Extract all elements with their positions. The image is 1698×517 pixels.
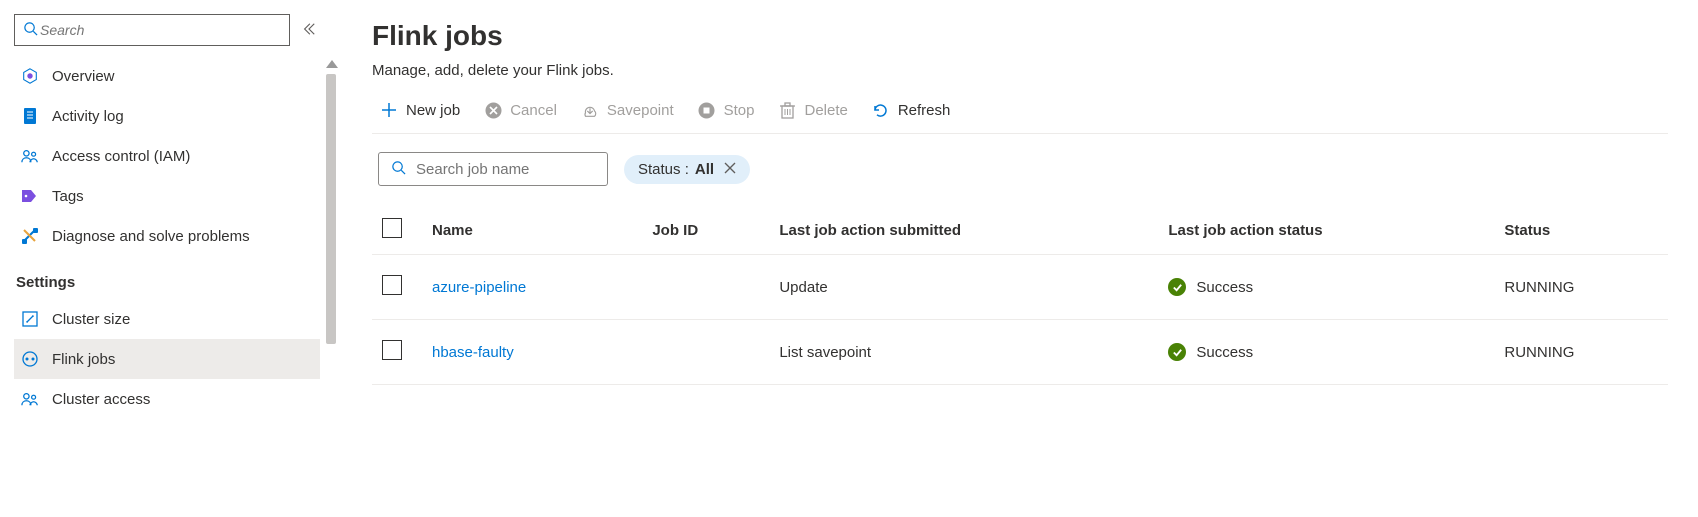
cancel-icon xyxy=(484,101,502,119)
col-job-id[interactable]: Job ID xyxy=(642,206,769,255)
sidebar-item-label: Diagnose and solve problems xyxy=(52,228,250,245)
toolbar-label: Refresh xyxy=(898,102,951,119)
toolbar-label: Stop xyxy=(724,102,755,119)
job-search-input[interactable] xyxy=(414,160,617,179)
col-last-action-status[interactable]: Last job action status xyxy=(1158,206,1494,255)
col-status[interactable]: Status xyxy=(1494,206,1668,255)
sidebar-item-tags[interactable]: Tags xyxy=(14,176,320,216)
table-row[interactable]: azure-pipeline Update Success RUNNING xyxy=(372,255,1668,320)
sidebar-item-diagnose[interactable]: Diagnose and solve problems xyxy=(14,216,320,256)
search-icon xyxy=(391,160,406,178)
sidebar-item-flink-jobs[interactable]: Flink jobs xyxy=(14,339,320,379)
filter-row: Status : All xyxy=(378,152,1668,186)
toolbar-label: New job xyxy=(406,102,460,119)
last-action-status-cell: Success xyxy=(1196,344,1253,361)
scroll-thumb[interactable] xyxy=(326,74,336,344)
refresh-icon xyxy=(872,101,890,119)
sidebar-item-label: Overview xyxy=(52,68,115,85)
success-icon xyxy=(1168,278,1186,296)
job-id-cell xyxy=(642,320,769,385)
scroll-up-icon[interactable] xyxy=(326,60,338,68)
filter-value: All xyxy=(695,161,714,178)
overview-icon xyxy=(20,67,40,85)
close-icon[interactable] xyxy=(724,161,736,178)
sidebar-item-overview[interactable]: Overview xyxy=(14,56,320,96)
main-content: Flink jobs Manage, add, delete your Flin… xyxy=(330,0,1698,517)
status-cell: RUNNING xyxy=(1494,255,1668,320)
col-last-action-submitted[interactable]: Last job action submitted xyxy=(769,206,1158,255)
tags-icon xyxy=(20,189,40,203)
job-search-box[interactable] xyxy=(378,152,608,186)
job-id-cell xyxy=(642,255,769,320)
sidebar-scrollbar[interactable] xyxy=(326,60,336,460)
sidebar-search[interactable] xyxy=(14,14,290,46)
activity-log-icon xyxy=(20,107,40,125)
job-name-link[interactable]: hbase-faulty xyxy=(432,344,514,361)
collapse-sidebar-icon[interactable] xyxy=(298,18,320,43)
row-checkbox[interactable] xyxy=(382,275,402,295)
sidebar: Overview Activity log Access control (IA… xyxy=(0,0,330,517)
flink-jobs-icon xyxy=(20,350,40,368)
delete-icon xyxy=(778,101,796,119)
search-icon xyxy=(23,21,38,39)
filter-label: Status : xyxy=(638,161,689,178)
plus-icon xyxy=(380,101,398,119)
job-name-link[interactable]: azure-pipeline xyxy=(432,279,526,296)
sidebar-item-activity-log[interactable]: Activity log xyxy=(14,96,320,136)
cluster-size-icon xyxy=(20,311,40,327)
refresh-button[interactable]: Refresh xyxy=(872,101,951,119)
status-filter-pill[interactable]: Status : All xyxy=(624,155,750,184)
last-action-submitted-cell: Update xyxy=(769,255,1158,320)
access-control-icon xyxy=(20,148,40,164)
sidebar-item-label: Cluster size xyxy=(52,311,130,328)
toolbar: New job Cancel Savepoint Stop Delete xyxy=(372,97,1668,134)
cluster-access-icon xyxy=(20,391,40,407)
sidebar-nav: Overview Activity log Access control (IA… xyxy=(14,56,320,256)
row-checkbox[interactable] xyxy=(382,340,402,360)
savepoint-button[interactable]: Savepoint xyxy=(581,101,674,119)
select-all-checkbox[interactable] xyxy=(382,218,402,238)
last-action-status-cell: Success xyxy=(1196,279,1253,296)
jobs-table: Name Job ID Last job action submitted La… xyxy=(372,206,1668,385)
page-subtitle: Manage, add, delete your Flink jobs. xyxy=(372,62,1668,79)
sidebar-item-label: Cluster access xyxy=(52,391,150,408)
sidebar-item-access-control[interactable]: Access control (IAM) xyxy=(14,136,320,176)
table-row[interactable]: hbase-faulty List savepoint Success RUNN… xyxy=(372,320,1668,385)
diagnose-icon xyxy=(20,227,40,245)
sidebar-item-label: Flink jobs xyxy=(52,351,115,368)
sidebar-item-label: Tags xyxy=(52,188,84,205)
page-title: Flink jobs xyxy=(372,20,1668,52)
status-cell: RUNNING xyxy=(1494,320,1668,385)
sidebar-settings-nav: Cluster size Flink jobs Cluster access xyxy=(14,299,320,419)
cancel-button[interactable]: Cancel xyxy=(484,101,557,119)
sidebar-item-label: Access control (IAM) xyxy=(52,148,190,165)
sidebar-item-cluster-access[interactable]: Cluster access xyxy=(14,379,320,419)
toolbar-label: Delete xyxy=(804,102,847,119)
stop-button[interactable]: Stop xyxy=(698,101,755,119)
toolbar-label: Cancel xyxy=(510,102,557,119)
delete-button[interactable]: Delete xyxy=(778,101,847,119)
sidebar-section-settings: Settings xyxy=(14,256,320,299)
col-name[interactable]: Name xyxy=(422,206,642,255)
new-job-button[interactable]: New job xyxy=(380,101,460,119)
sidebar-search-input[interactable] xyxy=(38,21,281,39)
stop-icon xyxy=(698,101,716,119)
success-icon xyxy=(1168,343,1186,361)
sidebar-item-label: Activity log xyxy=(52,108,124,125)
savepoint-icon xyxy=(581,101,599,119)
last-action-submitted-cell: List savepoint xyxy=(769,320,1158,385)
toolbar-label: Savepoint xyxy=(607,102,674,119)
sidebar-item-cluster-size[interactable]: Cluster size xyxy=(14,299,320,339)
